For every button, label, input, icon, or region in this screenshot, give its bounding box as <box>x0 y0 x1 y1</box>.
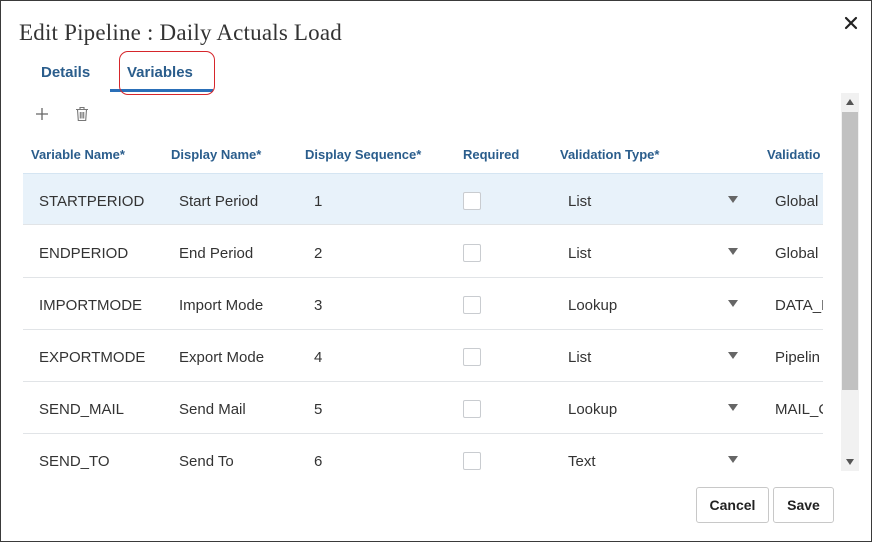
tab-bar: Details Variables <box>23 51 323 95</box>
display-sequence-cell[interactable]: 2 <box>314 245 322 262</box>
validation-cell[interactable]: Global <box>775 245 823 262</box>
tab-highlight-annotation <box>119 51 215 95</box>
dialog-title: Edit Pipeline : Daily Actuals Load <box>19 20 342 45</box>
required-checkbox[interactable] <box>463 296 481 314</box>
display-name-cell[interactable]: End Period <box>179 245 253 262</box>
required-checkbox[interactable] <box>463 192 481 210</box>
triangle-down-icon[interactable] <box>728 300 738 308</box>
table-row[interactable]: STARTPERIOD Start Period 1 List Global <box>23 173 823 225</box>
add-variable-button[interactable] <box>31 103 53 125</box>
validation-cell[interactable]: MAIL_C <box>775 401 823 418</box>
validation-type-select[interactable]: List <box>568 193 591 210</box>
table-row[interactable]: ENDPERIOD End Period 2 List Global <box>23 226 823 278</box>
display-name-cell[interactable]: Send Mail <box>179 401 246 418</box>
triangle-up-icon <box>846 99 854 105</box>
validation-cell[interactable]: DATA_L <box>775 297 823 314</box>
trash-icon <box>76 106 88 122</box>
required-checkbox[interactable] <box>463 400 481 418</box>
close-icon <box>844 16 858 30</box>
table-row[interactable]: SEND_TO Send To 6 Text <box>23 434 823 471</box>
scrollbar-thumb[interactable] <box>842 112 858 390</box>
display-sequence-cell[interactable]: 1 <box>314 193 322 210</box>
required-checkbox[interactable] <box>463 452 481 470</box>
variable-name-cell[interactable]: IMPORTMODE <box>39 297 142 314</box>
close-button[interactable] <box>842 14 860 32</box>
triangle-down-icon[interactable] <box>728 248 738 256</box>
plus-icon <box>36 108 48 120</box>
save-button[interactable]: Save <box>773 487 834 523</box>
variable-name-cell[interactable]: ENDPERIOD <box>39 245 128 262</box>
vertical-scrollbar[interactable] <box>841 93 859 471</box>
validation-type-select[interactable]: Text <box>568 453 596 470</box>
scroll-up-button[interactable] <box>841 93 859 111</box>
scroll-down-button[interactable] <box>841 453 859 471</box>
column-header-display-sequence[interactable]: Display Sequence* <box>305 147 421 162</box>
display-name-cell[interactable]: Export Mode <box>179 349 264 366</box>
display-sequence-cell[interactable]: 3 <box>314 297 322 314</box>
variable-name-cell[interactable]: STARTPERIOD <box>39 193 144 210</box>
triangle-down-icon[interactable] <box>728 352 738 360</box>
table-row[interactable]: SEND_MAIL Send Mail 5 Lookup MAIL_C <box>23 382 823 434</box>
display-name-cell[interactable]: Start Period <box>179 193 258 210</box>
grid-header: Variable Name* Display Name* Display Seq… <box>23 137 823 173</box>
variable-name-cell[interactable]: SEND_MAIL <box>39 401 124 418</box>
validation-type-select[interactable]: Lookup <box>568 401 617 418</box>
variables-grid: Variable Name* Display Name* Display Seq… <box>23 137 823 471</box>
triangle-down-icon[interactable] <box>728 404 738 412</box>
validation-type-select[interactable]: List <box>568 245 591 262</box>
display-sequence-cell[interactable]: 4 <box>314 349 322 366</box>
required-checkbox[interactable] <box>463 348 481 366</box>
triangle-down-icon <box>846 459 854 465</box>
validation-cell[interactable]: Pipelin <box>775 349 823 366</box>
validation-type-select[interactable]: Lookup <box>568 297 617 314</box>
table-row[interactable]: EXPORTMODE Export Mode 4 List Pipelin <box>23 330 823 382</box>
grid-toolbar <box>31 103 111 125</box>
column-header-required[interactable]: Required <box>463 147 519 162</box>
triangle-down-icon[interactable] <box>728 196 738 204</box>
variable-name-cell[interactable]: SEND_TO <box>39 453 110 470</box>
column-header-variable-name[interactable]: Variable Name* <box>31 147 125 162</box>
display-name-cell[interactable]: Import Mode <box>179 297 263 314</box>
column-header-validation[interactable]: Validatio <box>767 147 820 162</box>
variable-name-cell[interactable]: EXPORTMODE <box>39 349 145 366</box>
display-sequence-cell[interactable]: 6 <box>314 453 322 470</box>
delete-variable-button[interactable] <box>71 103 93 125</box>
column-header-validation-type[interactable]: Validation Type* <box>560 147 659 162</box>
display-name-cell[interactable]: Send To <box>179 453 234 470</box>
tab-details[interactable]: Details <box>41 64 90 81</box>
required-checkbox[interactable] <box>463 244 481 262</box>
table-row[interactable]: IMPORTMODE Import Mode 3 Lookup DATA_L <box>23 278 823 330</box>
display-sequence-cell[interactable]: 5 <box>314 401 322 418</box>
cancel-button[interactable]: Cancel <box>696 487 769 523</box>
column-header-display-name[interactable]: Display Name* <box>171 147 261 162</box>
validation-type-select[interactable]: List <box>568 349 591 366</box>
validation-cell[interactable]: Global <box>775 193 823 210</box>
triangle-down-icon[interactable] <box>728 456 738 464</box>
edit-pipeline-dialog: Edit Pipeline : Daily Actuals Load Detai… <box>0 0 872 542</box>
